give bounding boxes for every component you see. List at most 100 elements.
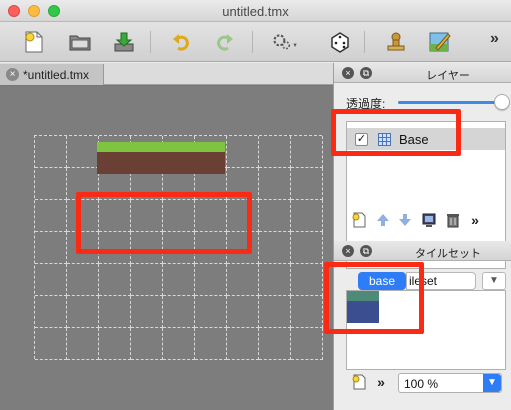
grid-cell: [291, 232, 323, 264]
undo-icon: [173, 34, 189, 51]
open-button[interactable]: [66, 28, 94, 56]
grid-cell: [163, 296, 195, 328]
trash-icon: [447, 214, 459, 228]
grid-cell: [35, 264, 67, 296]
highlight-box-layer: [331, 109, 461, 156]
new-file-icon: [25, 31, 43, 53]
grid-cell: [259, 232, 291, 264]
commands-button[interactable]: [272, 28, 300, 56]
grid-cell: [291, 296, 323, 328]
zoom-select[interactable]: 100 % ▼: [398, 373, 502, 393]
grid-cell: [99, 264, 131, 296]
redo-icon: [217, 34, 233, 51]
toolbar-separator: [364, 31, 365, 53]
new-layer-icon: [352, 212, 366, 228]
terrain-brush-button[interactable]: [426, 28, 454, 56]
grid-cell: [259, 200, 291, 232]
delete-layer-button[interactable]: [444, 211, 462, 229]
grid-cell: [35, 168, 67, 200]
grid-cell: [195, 296, 227, 328]
title-bar: untitled.tmx: [0, 0, 511, 22]
undo-button[interactable]: [168, 28, 196, 56]
chevron-down-icon[interactable]: ▼: [483, 374, 501, 392]
layer-toolbar: »: [346, 211, 506, 233]
grid-cell: [131, 296, 163, 328]
folder-icon: [69, 35, 91, 51]
tab-label: *untitled.tmx: [23, 67, 90, 82]
grid-cell: [227, 264, 259, 296]
opacity-slider-track[interactable]: [398, 101, 502, 104]
grid-cell: [35, 136, 67, 168]
toolbar-separator: [252, 31, 253, 53]
dice-icon: [331, 32, 349, 53]
grid-cell: [291, 136, 323, 168]
tileset-toolbar-overflow-button[interactable]: »: [372, 373, 390, 391]
terrain-brush-icon: [429, 32, 451, 52]
new-tileset-icon: [352, 374, 366, 390]
grid-cell: [259, 296, 291, 328]
arrow-up-icon: [377, 214, 389, 226]
tileset-menu-button[interactable]: ▼: [482, 272, 506, 290]
stamp-icon: [387, 32, 405, 51]
new-tileset-button[interactable]: [350, 373, 368, 391]
grid-cell: [259, 264, 291, 296]
grass-tile-row: [97, 142, 225, 152]
grid-cell: [99, 328, 131, 360]
stamp-brush-button[interactable]: [382, 28, 410, 56]
grid-cell: [35, 200, 67, 232]
zoom-value: 100 %: [404, 377, 439, 391]
grid-cell: [291, 328, 323, 360]
save-button[interactable]: [110, 28, 138, 56]
grid-cell: [195, 264, 227, 296]
highlight-box-tiles: [76, 192, 252, 254]
grid-cell: [163, 328, 195, 360]
layers-panel-title: レイヤー: [426, 70, 470, 82]
opacity-slider-knob[interactable]: [494, 94, 510, 110]
layers-panel-header: × ⧉ レイヤー: [334, 63, 511, 83]
grid-cell: [227, 136, 259, 168]
tab-close-icon[interactable]: ×: [6, 68, 19, 81]
grid-cell: [99, 296, 131, 328]
new-map-button[interactable]: [20, 28, 48, 56]
grid-cell: [35, 296, 67, 328]
gears-icon: [273, 34, 297, 50]
grid-cell: [35, 328, 67, 360]
toolbar: »: [0, 22, 511, 62]
save-download-icon: [114, 32, 134, 52]
duplicate-layer-icon: [422, 213, 436, 227]
dirt-tile-row: [97, 152, 225, 174]
move-layer-up-button[interactable]: [374, 211, 392, 229]
tileset-footer: » 100 % ▼: [346, 373, 506, 395]
grid-cell: [67, 296, 99, 328]
grid-cell: [195, 328, 227, 360]
layer-toolbar-overflow-button[interactable]: »: [466, 211, 484, 229]
grid-cell: [259, 136, 291, 168]
redo-button[interactable]: [210, 28, 238, 56]
grid-cell: [291, 168, 323, 200]
grid-cell: [67, 264, 99, 296]
grid-cell: [227, 328, 259, 360]
highlight-box-tileset: [324, 262, 424, 334]
grid-cell: [35, 232, 67, 264]
grid-cell: [259, 168, 291, 200]
grid-cell: [291, 200, 323, 232]
duplicate-layer-button[interactable]: [420, 211, 438, 229]
document-tab-bar: × *untitled.tmx: [0, 63, 333, 85]
move-layer-down-button[interactable]: [396, 211, 414, 229]
arrow-down-icon: [399, 214, 411, 226]
window-title: untitled.tmx: [222, 4, 289, 19]
opacity-row: 透過度:: [346, 94, 510, 111]
grid-cell: [67, 136, 99, 168]
grid-cell: [291, 264, 323, 296]
grid-cell: [227, 296, 259, 328]
grid-cell: [163, 264, 195, 296]
toolbar-separator: [150, 31, 151, 53]
document-tab[interactable]: × *untitled.tmx: [0, 64, 104, 85]
grid-cell: [259, 328, 291, 360]
add-layer-button[interactable]: [350, 211, 368, 229]
grid-cell: [131, 264, 163, 296]
toolbar-overflow-button[interactable]: »: [490, 30, 499, 48]
tileset-panel-title: タイルセット: [415, 248, 481, 260]
random-mode-button[interactable]: [326, 28, 354, 56]
tileset-panel-header: × ⧉ タイルセット: [334, 241, 511, 261]
